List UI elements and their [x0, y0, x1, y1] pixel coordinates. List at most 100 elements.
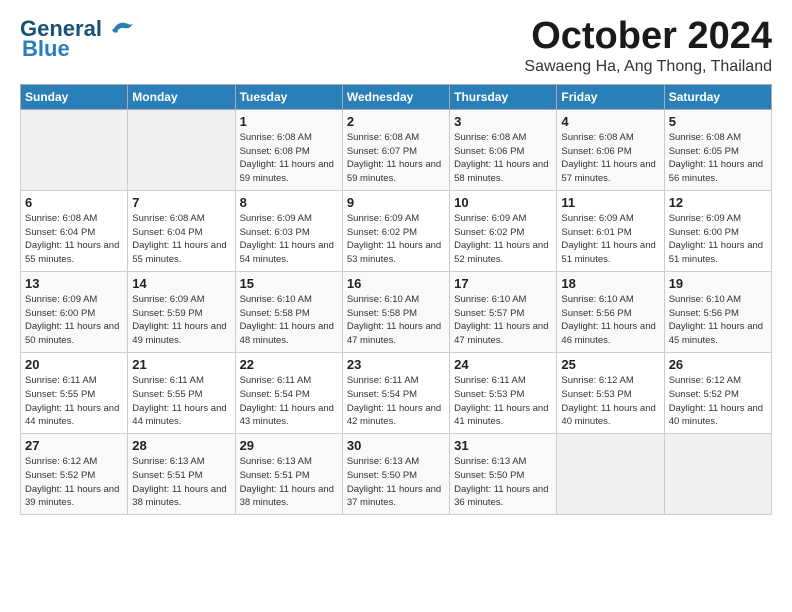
day-detail: Sunrise: 6:13 AMSunset: 5:50 PMDaylight:… — [347, 455, 445, 510]
day-number: 14 — [132, 276, 230, 291]
day-detail: Sunrise: 6:12 AMSunset: 5:52 PMDaylight:… — [669, 374, 767, 429]
day-number: 16 — [347, 276, 445, 291]
day-number: 2 — [347, 114, 445, 129]
day-number: 8 — [240, 195, 338, 210]
day-detail: Sunrise: 6:08 AMSunset: 6:08 PMDaylight:… — [240, 131, 338, 186]
day-detail: Sunrise: 6:08 AMSunset: 6:07 PMDaylight:… — [347, 131, 445, 186]
day-detail: Sunrise: 6:11 AMSunset: 5:55 PMDaylight:… — [25, 374, 123, 429]
day-cell: 11Sunrise: 6:09 AMSunset: 6:01 PMDayligh… — [557, 190, 664, 271]
day-detail: Sunrise: 6:09 AMSunset: 6:03 PMDaylight:… — [240, 212, 338, 267]
day-detail: Sunrise: 6:08 AMSunset: 6:04 PMDaylight:… — [25, 212, 123, 267]
day-cell: 25Sunrise: 6:12 AMSunset: 5:53 PMDayligh… — [557, 352, 664, 433]
day-cell: 6 Sunrise: 6:08 AMSunset: 6:04 PMDaylight… — [21, 190, 128, 271]
month-title: October 2024 — [524, 16, 772, 58]
week-row-3: 13 Sunrise: 6:09 AMSunset: 6:00 PMDayligh… — [21, 271, 772, 352]
day-cell: 28Sunrise: 6:13 AMSunset: 5:51 PMDayligh… — [128, 434, 235, 515]
header-day-saturday: Saturday — [664, 84, 771, 109]
day-detail: Sunrise: 6:11 AMSunset: 5:53 PMDaylight:… — [454, 374, 552, 429]
day-detail: Sunrise: 6:11 AMSunset: 5:54 PMDaylight:… — [240, 374, 338, 429]
day-cell: 20 Sunrise: 6:11 AMSunset: 5:55 PMDayligh… — [21, 352, 128, 433]
day-number: 13 — [25, 276, 123, 291]
day-number: 6 — [25, 195, 123, 210]
day-number: 23 — [347, 357, 445, 372]
day-number: 15 — [240, 276, 338, 291]
day-number: 27 — [25, 438, 123, 453]
day-detail: Sunrise: 6:11 AMSunset: 5:55 PMDaylight:… — [132, 374, 230, 429]
day-cell: 23Sunrise: 6:11 AMSunset: 5:54 PMDayligh… — [342, 352, 449, 433]
day-detail: Sunrise: 6:09 AMSunset: 6:00 PMDaylight:… — [669, 212, 767, 267]
day-number: 3 — [454, 114, 552, 129]
day-cell: 12 Sunrise: 6:09 AMSunset: 6:00 PMDayligh… — [664, 190, 771, 271]
day-detail: Sunrise: 6:10 AMSunset: 5:57 PMDaylight:… — [454, 293, 552, 348]
day-detail: Sunrise: 6:13 AMSunset: 5:51 PMDaylight:… — [240, 455, 338, 510]
calendar-table: SundayMondayTuesdayWednesdayThursdayFrid… — [20, 84, 772, 515]
location-subtitle: Sawaeng Ha, Ang Thong, Thailand — [524, 58, 772, 76]
day-cell: 30 Sunrise: 6:13 AMSunset: 5:50 PMDayligh… — [342, 434, 449, 515]
day-detail: Sunrise: 6:08 AMSunset: 6:05 PMDaylight:… — [669, 131, 767, 186]
day-number: 24 — [454, 357, 552, 372]
day-number: 11 — [561, 195, 659, 210]
day-cell: 26 Sunrise: 6:12 AMSunset: 5:52 PMDayligh… — [664, 352, 771, 433]
day-cell: 21 Sunrise: 6:11 AMSunset: 5:55 PMDayligh… — [128, 352, 235, 433]
day-number: 7 — [132, 195, 230, 210]
day-detail: Sunrise: 6:10 AMSunset: 5:56 PMDaylight:… — [669, 293, 767, 348]
day-detail: Sunrise: 6:08 AMSunset: 6:06 PMDaylight:… — [454, 131, 552, 186]
day-cell: 3 Sunrise: 6:08 AMSunset: 6:06 PMDaylight… — [450, 109, 557, 190]
logo-bird-icon — [104, 18, 136, 40]
day-number: 9 — [347, 195, 445, 210]
day-cell: 15 Sunrise: 6:10 AMSunset: 5:58 PMDayligh… — [235, 271, 342, 352]
day-detail: Sunrise: 6:10 AMSunset: 5:58 PMDaylight:… — [347, 293, 445, 348]
day-number: 1 — [240, 114, 338, 129]
day-number: 30 — [347, 438, 445, 453]
week-row-2: 6 Sunrise: 6:08 AMSunset: 6:04 PMDaylight… — [21, 190, 772, 271]
day-cell: 27 Sunrise: 6:12 AMSunset: 5:52 PMDayligh… — [21, 434, 128, 515]
day-cell: 8 Sunrise: 6:09 AMSunset: 6:03 PMDaylight… — [235, 190, 342, 271]
day-number: 28 — [132, 438, 230, 453]
day-number: 22 — [240, 357, 338, 372]
title-block: October 2024 Sawaeng Ha, Ang Thong, Thai… — [524, 16, 772, 76]
day-number: 20 — [25, 357, 123, 372]
day-detail: Sunrise: 6:09 AMSunset: 6:00 PMDaylight:… — [25, 293, 123, 348]
day-cell — [21, 109, 128, 190]
header-row: SundayMondayTuesdayWednesdayThursdayFrid… — [21, 84, 772, 109]
header-day-tuesday: Tuesday — [235, 84, 342, 109]
day-cell: 22 Sunrise: 6:11 AMSunset: 5:54 PMDayligh… — [235, 352, 342, 433]
calendar-body: 1 Sunrise: 6:08 AMSunset: 6:08 PMDaylight… — [21, 109, 772, 514]
day-number: 5 — [669, 114, 767, 129]
day-cell: 29Sunrise: 6:13 AMSunset: 5:51 PMDayligh… — [235, 434, 342, 515]
logo: General Blue — [20, 16, 136, 62]
day-detail: Sunrise: 6:08 AMSunset: 6:06 PMDaylight:… — [561, 131, 659, 186]
day-detail: Sunrise: 6:12 AMSunset: 5:52 PMDaylight:… — [25, 455, 123, 510]
day-cell: 2 Sunrise: 6:08 AMSunset: 6:07 PMDaylight… — [342, 109, 449, 190]
day-cell: 14Sunrise: 6:09 AMSunset: 5:59 PMDayligh… — [128, 271, 235, 352]
day-cell: 19 Sunrise: 6:10 AMSunset: 5:56 PMDayligh… — [664, 271, 771, 352]
day-cell: 17Sunrise: 6:10 AMSunset: 5:57 PMDayligh… — [450, 271, 557, 352]
day-detail: Sunrise: 6:09 AMSunset: 6:02 PMDaylight:… — [347, 212, 445, 267]
header-day-monday: Monday — [128, 84, 235, 109]
header-day-thursday: Thursday — [450, 84, 557, 109]
day-cell — [664, 434, 771, 515]
day-cell: 18 Sunrise: 6:10 AMSunset: 5:56 PMDayligh… — [557, 271, 664, 352]
header-day-wednesday: Wednesday — [342, 84, 449, 109]
day-cell: 31Sunrise: 6:13 AMSunset: 5:50 PMDayligh… — [450, 434, 557, 515]
day-number: 31 — [454, 438, 552, 453]
header-day-sunday: Sunday — [21, 84, 128, 109]
day-number: 19 — [669, 276, 767, 291]
day-cell — [557, 434, 664, 515]
day-number: 18 — [561, 276, 659, 291]
calendar-header: SundayMondayTuesdayWednesdayThursdayFrid… — [21, 84, 772, 109]
day-number: 26 — [669, 357, 767, 372]
day-detail: Sunrise: 6:09 AMSunset: 6:02 PMDaylight:… — [454, 212, 552, 267]
day-cell: 4Sunrise: 6:08 AMSunset: 6:06 PMDaylight… — [557, 109, 664, 190]
day-detail: Sunrise: 6:08 AMSunset: 6:04 PMDaylight:… — [132, 212, 230, 267]
day-detail: Sunrise: 6:10 AMSunset: 5:58 PMDaylight:… — [240, 293, 338, 348]
day-cell: 7 Sunrise: 6:08 AMSunset: 6:04 PMDaylight… — [128, 190, 235, 271]
day-number: 21 — [132, 357, 230, 372]
day-cell — [128, 109, 235, 190]
day-cell: 10 Sunrise: 6:09 AMSunset: 6:02 PMDayligh… — [450, 190, 557, 271]
day-cell: 24 Sunrise: 6:11 AMSunset: 5:53 PMDayligh… — [450, 352, 557, 433]
day-number: 10 — [454, 195, 552, 210]
day-cell: 1 Sunrise: 6:08 AMSunset: 6:08 PMDaylight… — [235, 109, 342, 190]
day-detail: Sunrise: 6:10 AMSunset: 5:56 PMDaylight:… — [561, 293, 659, 348]
day-number: 12 — [669, 195, 767, 210]
